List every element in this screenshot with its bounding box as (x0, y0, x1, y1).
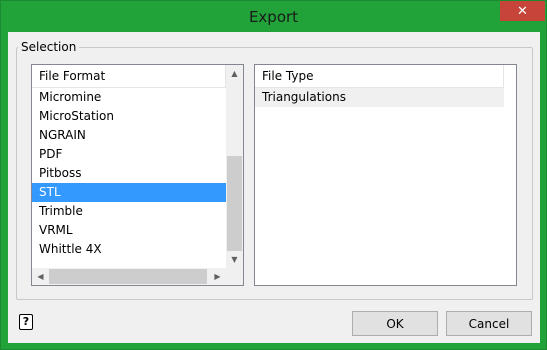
list-item[interactable]: Micromine (32, 88, 226, 107)
export-dialog: Export ✕ Selection File Format Micromine… (0, 0, 547, 350)
title-bar[interactable]: Export ✕ (1, 1, 546, 32)
scroll-up-arrow-icon[interactable]: ▲ (226, 65, 243, 82)
file-type-header[interactable]: File Type (255, 65, 504, 88)
window-title: Export (248, 8, 299, 26)
list-item[interactable]: NGRAIN (32, 126, 226, 145)
file-format-list[interactable]: File Format Micromine MicroStation NGRAI… (31, 64, 244, 286)
list-item-selected[interactable]: STL (32, 183, 226, 202)
list-item[interactable]: MicroStation (32, 107, 226, 126)
scroll-left-arrow-icon[interactable]: ◀ (32, 268, 49, 285)
file-format-rows: Micromine MicroStation NGRAIN PDF Pitbos… (32, 88, 226, 259)
list-item[interactable]: VRML (32, 221, 226, 240)
list-item[interactable]: Triangulations (255, 88, 504, 107)
horizontal-scroll-thumb[interactable] (49, 269, 207, 284)
list-item[interactable]: Trimble (32, 202, 226, 221)
dialog-body: Selection File Format Micromine MicroSta… (8, 32, 540, 343)
cancel-button[interactable]: Cancel (446, 311, 532, 336)
selection-group-label: Selection (18, 40, 80, 54)
list-item[interactable]: Whittle 4X (32, 240, 226, 259)
list-item[interactable]: PDF (32, 145, 226, 164)
scroll-right-arrow-icon[interactable]: ▶ (209, 268, 226, 285)
help-icon[interactable]: ? (19, 314, 33, 330)
file-type-list[interactable]: File Type Triangulations (254, 64, 517, 286)
list-item[interactable]: Pitboss (32, 164, 226, 183)
horizontal-scrollbar[interactable]: ◀ ▶ (32, 268, 226, 285)
close-button[interactable]: ✕ (500, 1, 545, 21)
vertical-scroll-thumb[interactable] (227, 156, 242, 251)
ok-button[interactable]: OK (352, 311, 438, 336)
vertical-scrollbar[interactable]: ▲ ▼ (226, 65, 243, 268)
scroll-down-arrow-icon[interactable]: ▼ (226, 251, 243, 268)
scroll-corner (226, 268, 243, 285)
close-icon: ✕ (517, 3, 528, 19)
file-format-header[interactable]: File Format (32, 65, 226, 88)
